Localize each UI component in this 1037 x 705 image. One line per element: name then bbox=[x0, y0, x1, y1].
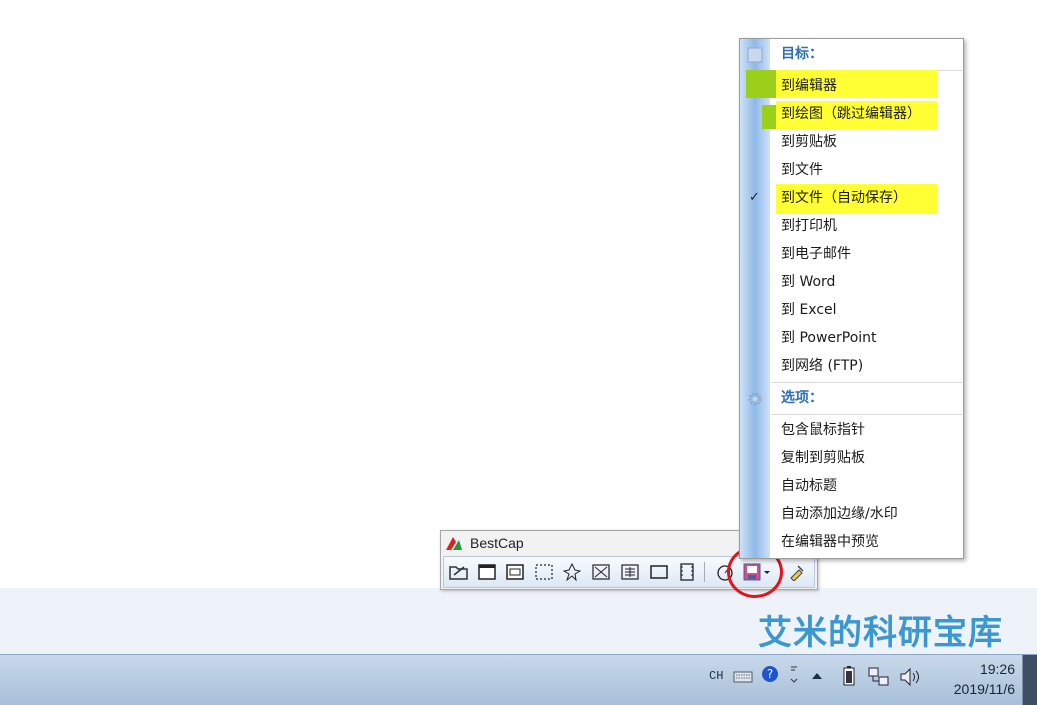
menu-option-preview[interactable]: 在编辑器中预览 bbox=[770, 528, 963, 556]
menu-option-include-cursor[interactable]: 包含鼠标指针 bbox=[770, 416, 963, 444]
video-icon[interactable] bbox=[676, 561, 698, 583]
menu-item-to-email[interactable]: 到电子邮件 bbox=[770, 240, 963, 268]
menu-header-options: 选项： bbox=[781, 390, 823, 406]
watermark-text: 艾米的科研宝库 bbox=[758, 613, 1003, 653]
settings-icon[interactable] bbox=[786, 561, 808, 583]
target-icon bbox=[747, 47, 763, 63]
menu-item-to-draw[interactable]: 到绘图（跳过编辑器） bbox=[770, 100, 963, 128]
scroll-icon[interactable] bbox=[619, 561, 641, 583]
window-icon[interactable] bbox=[504, 561, 526, 583]
gear-icon bbox=[748, 392, 762, 406]
menu-item-to-excel[interactable]: 到 Excel bbox=[770, 296, 963, 324]
network-icon[interactable] bbox=[868, 667, 890, 687]
menu-item-to-ftp[interactable]: 到网络 (FTP) bbox=[770, 352, 963, 380]
menu-separator bbox=[772, 414, 962, 415]
output-target-menu: 目标： 到编辑器 到绘图（跳过编辑器） 到剪贴板 到文件 ✓ 到文件（自动保存）… bbox=[739, 38, 964, 559]
taskbar-clock[interactable]: 19:26 2019/11/6 bbox=[954, 659, 1015, 699]
menu-item-to-file[interactable]: 到文件 bbox=[770, 156, 963, 184]
menu-item-to-word[interactable]: 到 Word bbox=[770, 268, 963, 296]
fullscreen-icon[interactable] bbox=[476, 561, 498, 583]
check-icon: ✓ bbox=[749, 190, 760, 205]
keyboard-icon[interactable] bbox=[733, 670, 753, 684]
menu-option-auto-border[interactable]: 自动添加边缘/水印 bbox=[770, 500, 963, 528]
region-icon[interactable] bbox=[533, 561, 555, 583]
clock-time: 19:26 bbox=[979, 661, 1015, 677]
open-icon[interactable] bbox=[448, 561, 470, 583]
bestcap-title: BestCap bbox=[470, 535, 524, 551]
menu-item-to-printer[interactable]: 到打印机 bbox=[770, 212, 963, 240]
freehand-icon[interactable] bbox=[561, 561, 583, 583]
battery-icon[interactable] bbox=[843, 665, 855, 687]
menu-option-auto-title[interactable]: 自动标题 bbox=[770, 472, 963, 500]
taskbar: CH ? 19:26 2019/11/6 bbox=[0, 654, 1037, 705]
volume-icon[interactable] bbox=[899, 667, 921, 687]
svg-text:?: ? bbox=[767, 667, 773, 681]
menu-item-to-clipboard[interactable]: 到剪贴板 bbox=[770, 128, 963, 156]
fixed-region-icon[interactable] bbox=[590, 561, 612, 583]
menu-option-copy-clipboard[interactable]: 复制到剪贴板 bbox=[770, 444, 963, 472]
show-desktop-button[interactable] bbox=[1022, 655, 1037, 705]
show-hidden-icons-icon[interactable] bbox=[811, 671, 823, 681]
menu-header-target: 目标： bbox=[781, 46, 823, 62]
menu-separator bbox=[772, 382, 962, 383]
menu-item-to-editor[interactable]: 到编辑器 bbox=[770, 72, 963, 100]
help-icon[interactable]: ? bbox=[761, 665, 779, 683]
toolbar-separator bbox=[704, 562, 705, 582]
options-small-icon[interactable] bbox=[788, 663, 800, 685]
language-indicator[interactable]: CH bbox=[709, 669, 723, 683]
clock-date: 2019/11/6 bbox=[953, 681, 1015, 697]
object-icon[interactable] bbox=[648, 561, 670, 583]
menu-item-to-powerpoint[interactable]: 到 PowerPoint bbox=[770, 324, 963, 352]
bestcap-logo-icon bbox=[446, 537, 462, 550]
menu-item-to-file-autosave[interactable]: 到文件（自动保存） bbox=[770, 184, 963, 212]
